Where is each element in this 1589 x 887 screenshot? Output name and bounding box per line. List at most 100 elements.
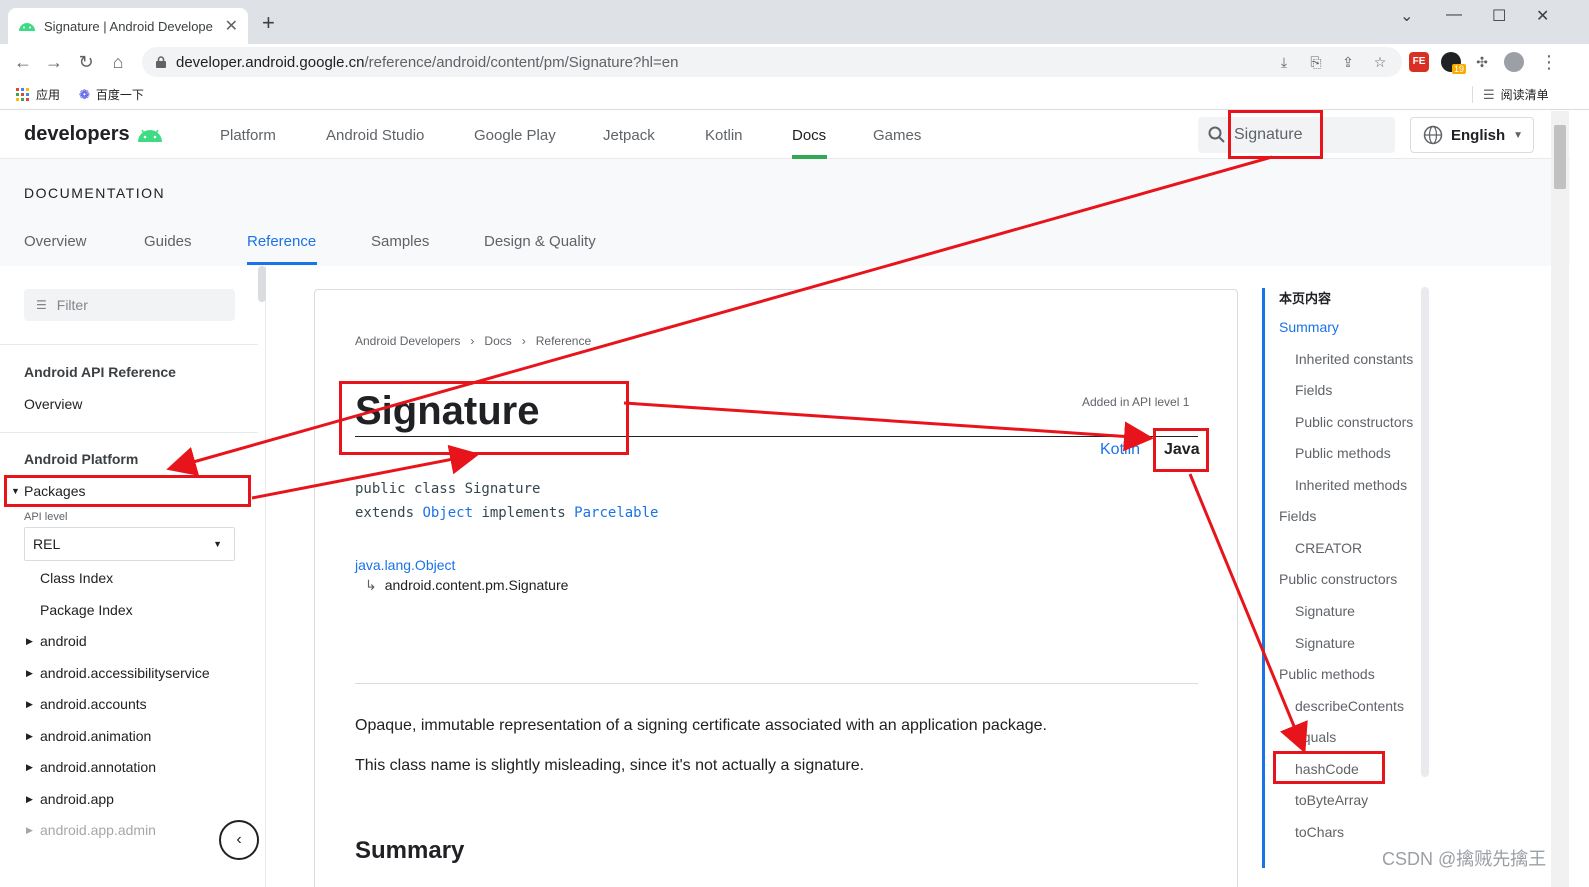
nav-package-item[interactable]: android.app (40, 791, 114, 807)
site-header: developers Platform Android Studio Googl… (0, 111, 1570, 159)
toc-item[interactable]: Summary (1279, 319, 1339, 335)
nav-google-play[interactable]: Google Play (474, 127, 556, 144)
tab-design-quality[interactable]: Design & Quality (484, 233, 596, 250)
toc-item[interactable]: Signature (1295, 635, 1355, 651)
toc-scrollbar[interactable] (1421, 287, 1429, 777)
maximize-icon[interactable]: ☐ (1492, 6, 1506, 26)
nav-kotlin[interactable]: Kotlin (705, 127, 743, 144)
toc-item[interactable]: Public methods (1295, 445, 1391, 461)
tab-reference[interactable]: Reference (247, 233, 316, 250)
nav-jetpack[interactable]: Jetpack (603, 127, 655, 144)
collapse-sidebar-button[interactable]: ‹ (219, 820, 259, 860)
documentation-subheader: DOCUMENTATION Overview Guides Reference … (0, 159, 1570, 266)
extension-fe-icon[interactable]: FE (1409, 52, 1429, 72)
api-level-select[interactable]: REL ▼ (24, 527, 235, 561)
profile-avatar-icon[interactable] (1504, 52, 1524, 72)
toc-item[interactable]: equals (1295, 729, 1336, 745)
toc-item[interactable]: Inherited methods (1295, 477, 1407, 493)
toc-item[interactable]: Fields (1295, 382, 1332, 398)
toc-item[interactable]: toByteArray (1295, 792, 1368, 808)
toc-heading: 本页内容 (1279, 291, 1332, 306)
nav-docs[interactable]: Docs (792, 127, 826, 144)
tab-close-icon[interactable]: ✕ (225, 16, 238, 36)
toc-item[interactable]: Public constructors (1279, 571, 1397, 587)
bookmark-apps[interactable]: 应用 (16, 86, 60, 103)
nav-package-item[interactable]: android.accessibilityservice (40, 665, 210, 681)
parcelable-link[interactable]: Parcelable (574, 505, 658, 521)
close-window-icon[interactable]: ✕ (1536, 6, 1549, 26)
inheritance-parent-link[interactable]: java.lang.Object (355, 557, 455, 573)
toc-item[interactable]: Fields (1279, 508, 1316, 524)
toc-item[interactable]: Public constructors (1295, 414, 1413, 430)
home-icon[interactable]: ⌂ (105, 49, 131, 75)
developers-logo[interactable]: developers (24, 123, 164, 146)
object-link[interactable]: Object (422, 505, 473, 521)
android-logo-icon (137, 129, 162, 142)
nav-android-api-reference[interactable]: Android API Reference (24, 364, 176, 380)
nav-android-platform[interactable]: Android Platform (24, 451, 138, 467)
bookmark-baidu[interactable]: ❁ 百度一下 (79, 86, 144, 103)
breadcrumb: Android Developers › Docs › Reference (355, 334, 591, 348)
breadcrumb-item[interactable]: Android Developers (355, 334, 460, 348)
apps-grid-icon (16, 87, 29, 101)
nav-package-item[interactable]: android (40, 633, 87, 649)
bookmark-star-icon[interactable]: ☆ (1372, 54, 1388, 70)
nav-android-studio[interactable]: Android Studio (326, 127, 424, 144)
collapsed-triangle-icon: ▶ (26, 825, 33, 835)
breadcrumb-item[interactable]: Docs (484, 334, 511, 348)
class-declaration-line2: extends Object implements Parcelable (355, 505, 658, 521)
nav-package-item[interactable]: android.annotation (40, 759, 156, 775)
back-icon[interactable]: ← (10, 49, 36, 75)
tab-guides[interactable]: Guides (144, 233, 192, 250)
description-paragraph: Opaque, immutable representation of a si… (355, 717, 1047, 734)
breadcrumb-item[interactable]: Reference (536, 334, 591, 348)
nav-package-item[interactable]: android.animation (40, 728, 151, 744)
nav-overview[interactable]: Overview (24, 396, 82, 412)
install-icon[interactable]: ⤓ (1276, 54, 1292, 70)
tab-samples[interactable]: Samples (371, 233, 429, 250)
new-tab-button[interactable]: + (262, 10, 275, 36)
select-arrow-icon: ▼ (213, 539, 222, 549)
divider (0, 432, 258, 433)
reload-icon[interactable]: ↻ (73, 49, 99, 75)
nav-package-item[interactable]: android.accounts (40, 696, 147, 712)
toc-item[interactable]: Public methods (1279, 666, 1375, 682)
breadcrumb-chevron-icon: › (521, 334, 526, 348)
csdn-watermark: CSDN @擒贼先擒王 (1382, 849, 1547, 869)
reading-list[interactable]: ☰ 阅读清单 (1472, 86, 1549, 103)
address-bar[interactable]: developer.android.google.cn/reference/an… (142, 47, 1402, 77)
forward-icon[interactable]: → (41, 49, 67, 75)
nav-package-index[interactable]: Package Index (40, 602, 133, 618)
language-toggle-kotlin[interactable]: Kotlin (1100, 441, 1140, 459)
nav-class-index[interactable]: Class Index (40, 570, 113, 586)
left-sidebar-nav: ☰ Filter Android API Reference Overview … (0, 266, 266, 887)
collapsed-triangle-icon: ▶ (26, 699, 33, 709)
nav-platform[interactable]: Platform (220, 127, 276, 144)
annotation-box-hashcode (1273, 751, 1385, 784)
page-scrollbar[interactable] (1551, 111, 1569, 887)
filter-input[interactable]: ☰ Filter (24, 289, 235, 321)
toc-item[interactable]: toChars (1295, 824, 1344, 840)
language-selector[interactable]: English ▼ (1410, 117, 1534, 153)
extends-keyword: extends (355, 505, 423, 521)
search-icon (1208, 126, 1225, 143)
translate-icon[interactable]: ⎘ (1308, 54, 1324, 70)
toc-item[interactable]: Signature (1295, 603, 1355, 619)
extensions-puzzle-icon[interactable]: ✣ (1474, 54, 1490, 70)
toc-item[interactable]: describeContents (1295, 698, 1404, 714)
inherit-arrow-icon: ↳ (365, 577, 377, 593)
toc-item[interactable]: CREATOR (1295, 540, 1362, 556)
more-menu-icon[interactable]: ⋮ (1540, 53, 1558, 71)
tab-overview[interactable]: Overview (24, 233, 87, 250)
active-tab-indicator (247, 262, 317, 265)
sidebar-scrollbar[interactable] (258, 266, 266, 302)
scrollbar-thumb[interactable] (1554, 125, 1566, 189)
share-icon[interactable]: ⇪ (1340, 54, 1356, 70)
toc-item[interactable]: Inherited constants (1295, 351, 1413, 367)
nav-games[interactable]: Games (873, 127, 921, 144)
minimize-icon[interactable]: — (1446, 6, 1462, 24)
nav-package-item[interactable]: android.app.admin (40, 822, 156, 838)
browser-tab[interactable]: Signature | Android Develope ✕ (8, 8, 248, 44)
tab-search-chevron-icon[interactable]: ⌄ (1400, 6, 1413, 26)
divider (355, 683, 1198, 684)
